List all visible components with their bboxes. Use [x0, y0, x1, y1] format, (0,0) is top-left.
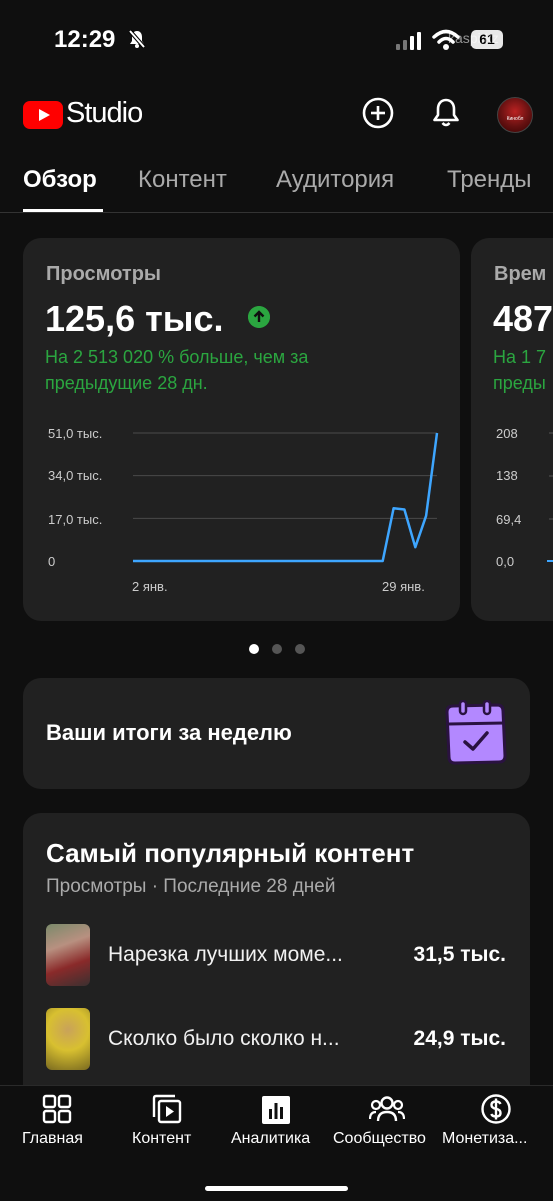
cellular-signal-icon [396, 32, 421, 50]
calendar-check-icon [445, 700, 507, 765]
nav-home[interactable]: Главная [0, 1086, 113, 1156]
views-line-chart [133, 432, 439, 563]
avatar[interactable]: Кинобл [497, 97, 533, 133]
video-title: Нарезка лучших моме... [108, 943, 343, 966]
video-views: 24,9 тыс. [413, 1027, 506, 1050]
top-content-row[interactable]: Сколко было сколко н... 24,9 тыс. [46, 1008, 506, 1070]
content-library-icon [152, 1094, 182, 1124]
nav-label: Контент [132, 1130, 192, 1147]
watch-time-card[interactable]: Врем 487 На 1 7 преды 208 138 69,4 0,0 [471, 238, 553, 621]
top-content-title: Самый популярный контент [46, 838, 415, 868]
video-title: Сколко было сколко н... [108, 1027, 340, 1050]
nav-community[interactable]: Сообщество [331, 1086, 441, 1156]
active-tab-indicator [23, 209, 103, 212]
status-time: 12:29 [54, 26, 116, 53]
analytics-icon [262, 1096, 290, 1124]
community-icon [369, 1096, 405, 1122]
nav-analytics[interactable]: Аналитика [229, 1086, 325, 1156]
studio-logo-text[interactable]: Studio [66, 97, 143, 130]
top-content-row[interactable]: Нарезка лучших моме... 31,5 тыс. [46, 924, 506, 986]
nav-monetization[interactable]: Монетиза... [442, 1086, 553, 1156]
avatar-text: Кинобл [506, 116, 524, 122]
watermark: kaspi.kz [448, 30, 499, 46]
pager-dot[interactable] [272, 644, 282, 654]
views-card[interactable]: Просмотры 125,6 тыс. На 2 513 020 % боль… [23, 238, 460, 621]
video-thumbnail[interactable] [46, 924, 90, 986]
tab-bar: Обзор Контент Аудитория Тренды [0, 160, 553, 213]
views-series-line [133, 432, 439, 563]
nav-content[interactable]: Контент [122, 1086, 222, 1156]
silent-mode-icon [128, 29, 146, 49]
monetization-icon [481, 1094, 511, 1124]
video-views: 31,5 тыс. [413, 943, 506, 966]
nav-label: Главная [22, 1130, 83, 1147]
home-indicator [205, 1186, 348, 1191]
tab-trends[interactable]: Тренды [447, 166, 532, 194]
nav-label: Сообщество [333, 1130, 426, 1147]
dashboard-icon [42, 1094, 72, 1124]
watch-time-chart-gridlines [547, 432, 553, 562]
video-thumbnail[interactable] [46, 1008, 90, 1070]
tab-overview[interactable]: Обзор [23, 166, 97, 194]
notifications-icon[interactable] [429, 96, 463, 130]
create-icon[interactable] [361, 96, 395, 130]
weekly-recap-title: Ваши итоги за неделю [46, 720, 292, 745]
nav-label: Монетиза... [442, 1130, 528, 1147]
pager-dot[interactable] [295, 644, 305, 654]
tab-audience[interactable]: Аудитория [276, 166, 394, 194]
tab-content[interactable]: Контент [138, 166, 227, 194]
bottom-navigation: Главная Контент Аналитика Сообщество Мон… [0, 1085, 553, 1201]
top-content-subtitle: Просмотры · Последние 28 дней [46, 876, 336, 897]
pager-dot-active[interactable] [249, 644, 259, 654]
youtube-logo-icon[interactable] [23, 101, 63, 129]
nav-label: Аналитика [231, 1130, 311, 1147]
